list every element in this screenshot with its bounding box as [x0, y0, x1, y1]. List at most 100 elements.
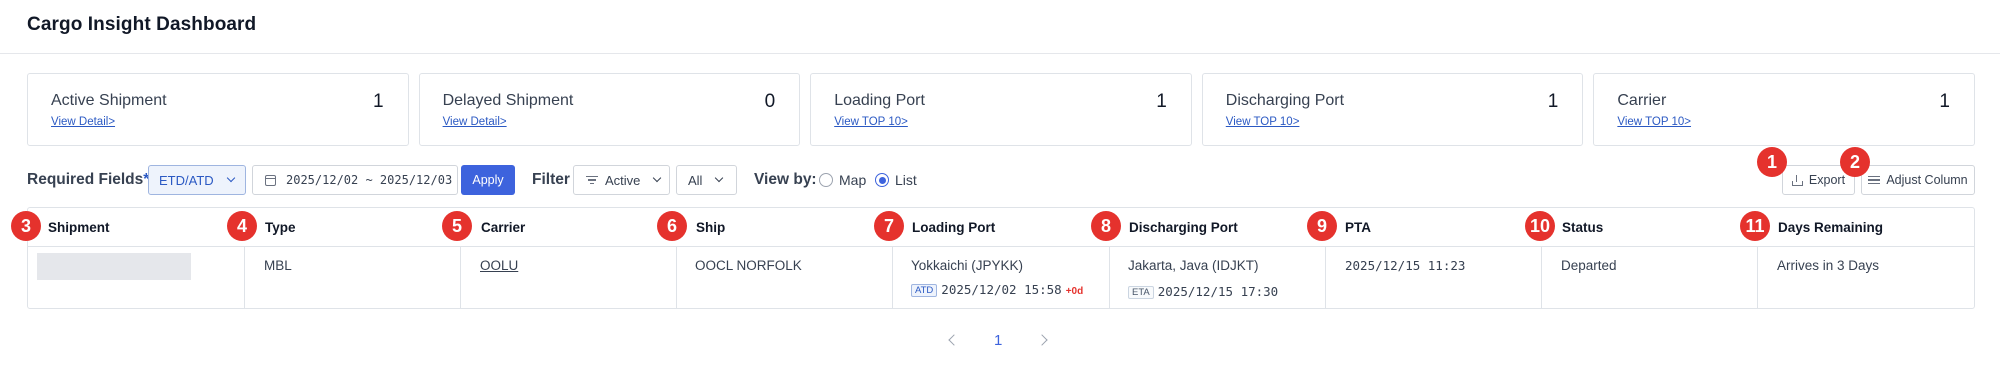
page-header: Cargo Insight Dashboard — [0, 0, 2000, 54]
column-header-days-remaining[interactable]: Days Remaining — [1778, 220, 1883, 235]
column-divider — [244, 247, 245, 308]
chevron-down-icon — [715, 173, 724, 183]
date-range-picker[interactable]: 2025/12/02 ~ 2025/12/03 — [252, 165, 458, 195]
filter-label: Filter — [532, 171, 570, 188]
card-title: Carrier — [1617, 92, 1667, 109]
column-header-loading-port[interactable]: Loading Port — [912, 220, 995, 235]
discharging-time: 2025/12/15 17:30 — [1157, 284, 1279, 299]
atd-tag: ATD — [911, 284, 938, 297]
chevron-left-icon[interactable] — [948, 334, 960, 346]
card-count: 1 — [373, 91, 384, 112]
column-header-shipment[interactable]: Shipment — [48, 220, 110, 235]
view-list-label: List — [895, 172, 917, 188]
card-view-link[interactable]: View TOP 10> — [1617, 116, 1691, 128]
radio-circle — [819, 173, 833, 187]
column-header-status[interactable]: Status — [1562, 220, 1603, 235]
column-divider — [460, 247, 461, 308]
cell-type: MBL — [264, 258, 292, 273]
column-divider — [1541, 247, 1542, 308]
annotation-badge: 8 — [1091, 211, 1121, 241]
card-view-link[interactable]: View Detail> — [51, 116, 115, 128]
chevron-right-icon[interactable] — [1036, 334, 1049, 346]
chevron-down-icon — [653, 173, 662, 183]
date-range-value: 2025/12/02 ~ 2025/12/03 — [286, 173, 453, 187]
annotation-badge: 10 — [1525, 211, 1555, 241]
card-loading-port: Loading Port View TOP 10> 1 — [810, 73, 1192, 146]
card-active-shipment: Active Shipment View Detail> 1 — [27, 73, 409, 146]
chevron-down-icon — [226, 173, 235, 183]
column-divider — [1757, 247, 1758, 308]
date-type-select[interactable]: ETD/ATD — [148, 165, 246, 195]
column-divider — [1325, 247, 1326, 308]
scope-filter-select[interactable]: All — [676, 165, 737, 195]
date-type-value: ETD/ATD — [159, 172, 214, 188]
annotation-badge: 3 — [11, 211, 41, 241]
adjust-column-button[interactable]: Adjust Column — [1861, 165, 1975, 195]
column-header-discharging-port[interactable]: Discharging Port — [1129, 220, 1238, 235]
view-map-label: Map — [839, 172, 867, 188]
cell-days-remaining: Arrives in 3 Days — [1777, 258, 1880, 273]
view-map-radio[interactable]: Map — [819, 165, 866, 195]
card-count: 1 — [1547, 91, 1559, 112]
cell-carrier-link[interactable]: OOLU — [480, 258, 518, 273]
status-filter-select[interactable]: Active — [573, 165, 670, 195]
annotation-badge: 9 — [1307, 211, 1337, 241]
filter-toolbar: Required Fields * ETD/ATD 2025/12/02 ~ 20… — [27, 165, 1975, 195]
download-icon — [1791, 174, 1803, 186]
annotation-badge: 5 — [442, 211, 472, 241]
export-label: Export — [1808, 173, 1846, 187]
cell-loading-time: ATD 2025/12/02 15:58 +0d — [911, 282, 1083, 297]
filter-icon — [586, 174, 598, 186]
column-divider — [676, 247, 677, 308]
card-title: Loading Port — [834, 92, 925, 109]
view-list-radio[interactable]: List — [875, 165, 917, 195]
card-title: Active Shipment — [51, 92, 167, 109]
card-view-link[interactable]: View TOP 10> — [834, 116, 908, 128]
column-header-type[interactable]: Type — [265, 220, 296, 235]
cell-discharging-time: ETA 2025/12/15 17:30 — [1128, 284, 1278, 299]
radio-circle-selected — [875, 173, 889, 187]
card-view-link[interactable]: View TOP 10> — [1226, 116, 1300, 128]
card-count: 1 — [1939, 91, 1950, 112]
required-fields-label: Required Fields * — [27, 165, 149, 195]
pagination: 1 — [948, 330, 1049, 350]
cell-loading-port: Yokkaichi (JPYKK) — [911, 258, 1024, 273]
card-view-link[interactable]: View Detail> — [443, 116, 507, 128]
column-header-ship[interactable]: Ship — [696, 220, 725, 235]
card-count: 0 — [764, 91, 776, 112]
card-title: Discharging Port — [1225, 92, 1345, 109]
status-filter-value: Active — [605, 172, 641, 188]
table-header: Shipment Type Carrier Ship Loading Port … — [28, 208, 1974, 247]
scope-filter-value: All — [688, 172, 703, 188]
column-header-carrier[interactable]: Carrier — [481, 220, 525, 235]
adjust-column-label: Adjust Column — [1886, 173, 1968, 187]
card-count: 1 — [1156, 91, 1167, 112]
annotation-badge: 2 — [1840, 147, 1870, 177]
calendar-icon — [265, 174, 276, 186]
column-header-pta[interactable]: PTA — [1345, 220, 1371, 235]
summary-cards: Active Shipment View Detail> 1 Delayed S… — [27, 73, 1975, 146]
cell-ship: OOCL NORFOLK — [695, 258, 802, 273]
card-discharging-port: Discharging Port View TOP 10> 1 — [1201, 73, 1584, 146]
card-carrier: Carrier View TOP 10> 1 — [1593, 73, 1975, 146]
eta-tag: ETA — [1128, 286, 1154, 299]
column-divider — [892, 247, 893, 308]
page-title: Cargo Insight Dashboard — [27, 14, 257, 35]
apply-button[interactable]: Apply — [461, 165, 515, 195]
delay-offset: +0d — [1065, 286, 1084, 297]
card-title: Delayed Shipment — [442, 92, 574, 109]
required-fields-text: Required Fields — [27, 171, 144, 188]
sliders-icon — [1868, 173, 1881, 187]
annotation-badge: 11 — [1740, 211, 1770, 241]
view-by-label: View by: — [754, 171, 817, 188]
cell-status: Departed — [1561, 258, 1617, 273]
annotation-badge: 1 — [1757, 147, 1787, 177]
page-number[interactable]: 1 — [994, 332, 1002, 349]
column-divider — [1109, 247, 1110, 308]
annotation-badge: 7 — [874, 211, 904, 241]
annotation-badge: 6 — [657, 211, 687, 241]
shipment-id-redacted — [37, 253, 191, 280]
card-delayed-shipment: Delayed Shipment View Detail> 0 — [418, 73, 801, 146]
cell-discharging-port: Jakarta, Java (IDJKT) — [1128, 258, 1259, 273]
loading-time: 2025/12/02 15:58 — [941, 282, 1062, 297]
